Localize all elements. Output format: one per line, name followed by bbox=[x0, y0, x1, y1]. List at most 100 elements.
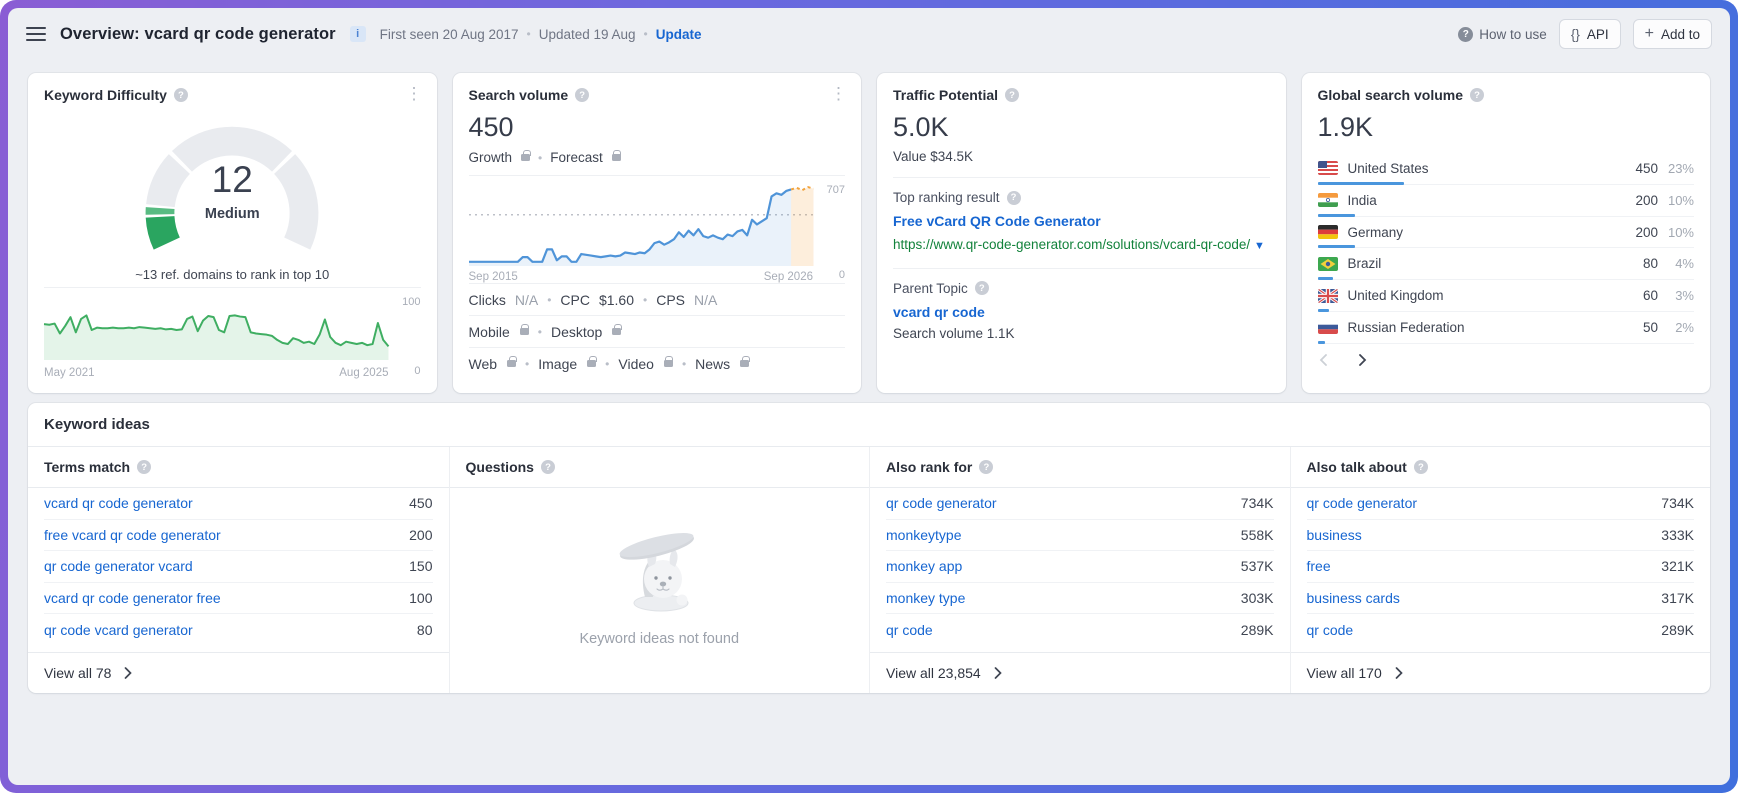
mobile-toggle[interactable]: Mobile bbox=[469, 324, 510, 340]
keyword-link[interactable]: monkey type bbox=[886, 590, 965, 606]
keyword-row: monkey type303K bbox=[886, 583, 1274, 615]
parent-topic-label: Parent Topic bbox=[893, 281, 968, 296]
keyword-link[interactable]: free vcard qr code generator bbox=[44, 527, 221, 543]
cps-value: N/A bbox=[694, 292, 717, 308]
help-icon[interactable]: ? bbox=[1005, 88, 1019, 102]
image-label: Image bbox=[538, 356, 577, 372]
growth-toggle[interactable]: Growth bbox=[469, 150, 513, 165]
metric-cards-row: Keyword Difficulty ? ⋮ 12 Medium ~13 ref bbox=[28, 73, 1710, 387]
how-to-use-label: How to use bbox=[1479, 27, 1547, 42]
questions-title: Questions bbox=[466, 459, 534, 475]
mobile-desktop-row: Mobile • Desktop bbox=[469, 315, 846, 347]
help-icon[interactable]: ? bbox=[979, 460, 993, 474]
keyword-link[interactable]: vcard qr code generator free bbox=[44, 590, 221, 606]
country-percent: 4% bbox=[1658, 256, 1694, 271]
top-ranking-result-link[interactable]: Free vCard QR Code Generator bbox=[893, 213, 1270, 229]
how-to-use-button[interactable]: ? How to use bbox=[1458, 27, 1547, 42]
keyword-row: monkeytype558K bbox=[886, 520, 1274, 552]
view-all-also-rank-for[interactable]: View all 23,854 bbox=[870, 652, 1290, 693]
help-icon[interactable]: ? bbox=[1414, 460, 1428, 474]
kebab-menu-icon[interactable]: ⋮ bbox=[402, 83, 427, 104]
help-icon[interactable]: ? bbox=[575, 88, 589, 102]
view-all-terms-match[interactable]: View all 78 bbox=[28, 652, 449, 693]
keyword-volume: 321K bbox=[1661, 558, 1694, 574]
news-toggle[interactable]: News bbox=[695, 356, 730, 372]
keyword-link[interactable]: free bbox=[1307, 558, 1331, 574]
lock-icon bbox=[520, 328, 529, 335]
also-talk-about-column: Also talk about ? qr code generator734K … bbox=[1290, 447, 1711, 693]
column-header: Terms match ? bbox=[28, 447, 449, 488]
terms-match-column: Terms match ? vcard qr code generator450… bbox=[28, 447, 449, 693]
keyword-ideas-grid: Terms match ? vcard qr code generator450… bbox=[28, 447, 1710, 693]
country-volume: 50 bbox=[1614, 320, 1658, 335]
keyword-link[interactable]: qr code generator bbox=[886, 495, 997, 511]
keyword-link[interactable]: business cards bbox=[1307, 590, 1400, 606]
update-link[interactable]: Update bbox=[656, 27, 702, 42]
country-row: Russian Federation 50 2% bbox=[1318, 312, 1695, 344]
next-page-icon[interactable] bbox=[1356, 354, 1368, 366]
keyword-link[interactable]: qr code bbox=[1307, 622, 1354, 638]
parent-topic-link[interactable]: vcard qr code bbox=[893, 304, 1270, 320]
clicks-cpc-cps-row: Clicks N/A • CPC $1.60 • CPS N/A bbox=[469, 283, 846, 315]
url-dropdown-caret-icon[interactable]: ▼ bbox=[1254, 240, 1265, 252]
url-text[interactable]: https://www.qr-code-generator.com/soluti… bbox=[893, 237, 1250, 252]
keyword-link[interactable]: qr code vcard generator bbox=[44, 622, 193, 638]
x-axis-labels: Sep 2015 Sep 2026 bbox=[469, 271, 814, 283]
column-header: Also talk about ? bbox=[1291, 447, 1711, 488]
prev-page-icon[interactable] bbox=[1318, 354, 1330, 366]
help-icon[interactable]: ? bbox=[174, 88, 188, 102]
keyword-row: qr code vcard generator80 bbox=[44, 614, 433, 646]
keyword-link[interactable]: business bbox=[1307, 527, 1362, 543]
country-row: India 200 10% bbox=[1318, 185, 1695, 217]
help-icon[interactable]: ? bbox=[541, 460, 555, 474]
x-axis-start-label: Sep 2015 bbox=[469, 271, 518, 283]
x-axis-start-label: May 2021 bbox=[44, 367, 95, 379]
info-badge-icon[interactable]: i bbox=[350, 26, 366, 42]
video-toggle[interactable]: Video bbox=[618, 356, 654, 372]
keyword-link[interactable]: monkeytype bbox=[886, 527, 961, 543]
russia-flag-icon bbox=[1318, 320, 1338, 334]
desktop-label: Desktop bbox=[551, 324, 602, 340]
keyword-link[interactable]: qr code generator vcard bbox=[44, 558, 193, 574]
keyword-link[interactable]: qr code bbox=[886, 622, 933, 638]
questions-empty-state: Keyword ideas not found bbox=[450, 488, 870, 693]
keyword-link[interactable]: qr code generator bbox=[1307, 495, 1418, 511]
parent-topic-volume: Search volume 1.1K bbox=[893, 326, 1270, 341]
web-toggle[interactable]: Web bbox=[469, 356, 498, 372]
hamburger-menu-icon[interactable] bbox=[26, 27, 46, 41]
question-circle-icon: ? bbox=[1458, 27, 1473, 42]
parent-topic-section: Parent Topic ? vcard qr code Search volu… bbox=[893, 268, 1270, 341]
difficulty-history-chart: 100 0 May 2021 Aug 2025 bbox=[44, 287, 421, 379]
help-icon[interactable]: ? bbox=[137, 460, 151, 474]
keyword-row: business333K bbox=[1307, 520, 1695, 552]
dot-separator: • bbox=[605, 357, 609, 371]
video-label: Video bbox=[618, 356, 654, 372]
global-search-volume-value: 1.9K bbox=[1318, 112, 1695, 143]
questions-column: Questions ? bbox=[449, 447, 870, 693]
top-ranking-url: https://www.qr-code-generator.com/soluti… bbox=[893, 235, 1270, 255]
api-button[interactable]: {} API bbox=[1559, 19, 1621, 49]
parent-topic-label-row: Parent Topic ? bbox=[893, 281, 1270, 296]
kebab-menu-icon[interactable]: ⋮ bbox=[826, 83, 851, 104]
country-percent: 3% bbox=[1658, 288, 1694, 303]
keyword-row: free 321K bbox=[1307, 551, 1695, 583]
country-name: United Kingdom bbox=[1348, 288, 1615, 303]
keyword-volume: 150 bbox=[409, 558, 432, 574]
view-all-also-talk-about[interactable]: View all 170 bbox=[1291, 652, 1711, 693]
keyword-volume: 317K bbox=[1661, 590, 1694, 606]
desktop-toggle[interactable]: Desktop bbox=[551, 324, 602, 340]
keyword-difficulty-card: Keyword Difficulty ? ⋮ 12 Medium ~13 ref bbox=[28, 73, 437, 393]
lock-icon bbox=[612, 154, 621, 161]
country-percent: 10% bbox=[1658, 225, 1694, 240]
add-to-button[interactable]: + Add to bbox=[1633, 19, 1712, 49]
x-axis-end-label: Aug 2025 bbox=[339, 367, 388, 379]
keyword-link[interactable]: vcard qr code generator bbox=[44, 495, 193, 511]
help-icon[interactable]: ? bbox=[1007, 191, 1021, 205]
clicks-value: N/A bbox=[515, 292, 538, 308]
image-toggle[interactable]: Image bbox=[538, 356, 577, 372]
keyword-link[interactable]: monkey app bbox=[886, 558, 962, 574]
dot-separator: • bbox=[547, 293, 551, 307]
forecast-toggle[interactable]: Forecast bbox=[550, 150, 603, 165]
help-icon[interactable]: ? bbox=[1470, 88, 1484, 102]
help-icon[interactable]: ? bbox=[975, 281, 989, 295]
